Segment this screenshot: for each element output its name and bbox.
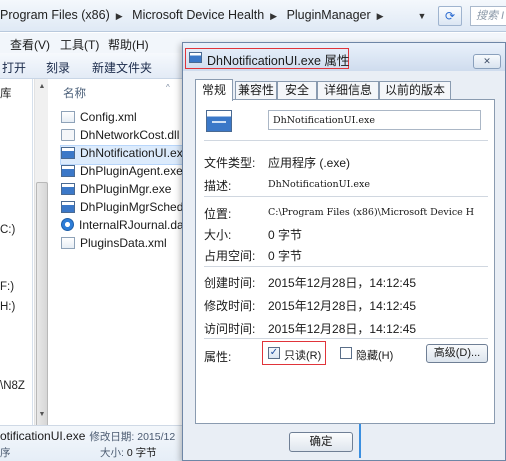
breadcrumb-pluginmanager[interactable]: PluginManager: [287, 8, 371, 22]
breadcrumb-arrow-icon[interactable]: ▶: [270, 11, 277, 21]
search-input[interactable]: 搜索 I: [470, 6, 506, 26]
divider: [204, 196, 488, 197]
menu-help[interactable]: 帮助(H): [108, 36, 149, 53]
size-label: 大小:: [204, 228, 232, 242]
exe-file-icon: [61, 201, 75, 213]
dll-file-icon: [61, 129, 75, 141]
file-row[interactable]: DhPluginAgent.exe: [61, 164, 183, 182]
tab-previous-versions[interactable]: 以前的版本: [379, 81, 451, 100]
file-row[interactable]: Config.xml: [61, 110, 137, 128]
modified-label: 修改时间:: [204, 299, 256, 313]
file-row[interactable]: DhPluginMgrSchedu: [61, 200, 189, 218]
details-pane: otificationUI.exe 修改日期: 2015/12 序 大小: 0 字…: [0, 425, 190, 461]
close-icon[interactable]: ✕: [473, 54, 501, 69]
size-on-disk-value: 0 字节: [268, 249, 303, 263]
xml-file-icon: [61, 237, 75, 249]
breadcrumb: Program Files (x86) ▶ Microsoft Device He…: [0, 8, 390, 22]
exe-file-icon: [61, 183, 75, 195]
refresh-icon[interactable]: ⟳: [438, 6, 462, 26]
details-file-size: 大小: 0 字节: [100, 447, 157, 459]
divider: [204, 140, 488, 141]
location-label: 位置:: [204, 207, 232, 221]
dialog-title: DhNotificationUI.exe 属性: [207, 54, 350, 68]
focus-edge: [359, 424, 364, 458]
size-value: 0 字节: [268, 228, 303, 242]
details-file-name: otificationUI.exe 修改日期: 2015/12: [0, 429, 176, 443]
properties-dialog: DhNotificationUI.exe 属性 ✕ 常规 兼容性 安全 详细信息…: [182, 42, 506, 461]
size-on-disk-label: 占用空间:: [204, 249, 256, 263]
exe-file-icon: [61, 147, 75, 159]
description-label: 描述:: [204, 179, 232, 193]
address-dropdown-icon[interactable]: ▼: [409, 6, 435, 26]
location-value: C:\Program Files (x86)\Microsoft Device …: [268, 207, 475, 218]
tab-details[interactable]: 详细信息: [317, 81, 379, 100]
accessed-value: 2015年12月28日，14:12:45: [268, 322, 417, 336]
navigation-pane: 库 C:) F:) H:) \N8Z: [0, 79, 33, 425]
general-tab-panel: DhNotificationUI.exe 文件类型: 应用程序 (.exe) 描…: [195, 99, 495, 424]
xml-file-icon: [61, 111, 75, 123]
new-folder-button[interactable]: 新建文件夹: [92, 59, 152, 76]
file-name-field[interactable]: DhNotificationUI.exe: [268, 110, 481, 130]
nav-scrollbar[interactable]: ▲ ▼: [34, 79, 48, 452]
dat-file-icon: [61, 218, 74, 231]
nav-item-drive-c[interactable]: C:): [0, 224, 15, 236]
accessed-label: 访问时间:: [204, 322, 256, 336]
file-row[interactable]: PluginsData.xml: [61, 236, 167, 254]
hidden-label[interactable]: 隐藏(H): [356, 347, 393, 363]
exe-file-icon: [61, 165, 75, 177]
burn-button[interactable]: 刻录: [46, 59, 70, 76]
scroll-up-icon[interactable]: ▲: [36, 81, 48, 93]
attributes-label: 属性:: [204, 350, 232, 364]
nav-item-drive-f[interactable]: F:): [0, 281, 14, 293]
sort-arrow-icon: ^: [166, 83, 170, 92]
column-header-name[interactable]: 名称: [63, 85, 86, 101]
tab-compatibility[interactable]: 兼容性: [235, 81, 277, 100]
address-bar[interactable]: Program Files (x86) ▶ Microsoft Device He…: [0, 0, 506, 32]
tab-general[interactable]: 常规: [195, 79, 233, 101]
type-label: 文件类型:: [204, 156, 256, 170]
exe-file-large-icon: [206, 110, 232, 132]
exe-app-icon: [189, 52, 202, 63]
open-button[interactable]: 打开: [2, 59, 26, 76]
scroll-down-icon[interactable]: ▼: [36, 409, 48, 421]
created-value: 2015年12月28日，14:12:45: [268, 276, 417, 290]
type-value: 应用程序 (.exe): [268, 156, 351, 170]
nav-item-network[interactable]: \N8Z: [0, 380, 25, 392]
file-row[interactable]: DhNetworkCost.dll: [61, 128, 179, 146]
nav-item-drive-h[interactable]: H:): [0, 301, 15, 313]
hidden-checkbox[interactable]: [340, 347, 352, 359]
file-row[interactable]: DhPluginMgr.exe: [61, 182, 171, 200]
file-list: 名称 ^ Config.xml DhNetworkCost.dll DhNoti…: [49, 79, 189, 425]
breadcrumb-arrow-icon[interactable]: ▶: [377, 11, 384, 21]
readonly-label[interactable]: 只读(R): [284, 347, 321, 363]
divider: [204, 338, 488, 339]
description-value: DhNotificationUI.exe: [268, 179, 371, 190]
created-label: 创建时间:: [204, 276, 256, 290]
details-file-type: 序: [0, 447, 11, 459]
readonly-checkbox[interactable]: ✓: [268, 347, 280, 359]
advanced-button[interactable]: 高级(D)...: [426, 344, 488, 363]
breadcrumb-microsoft-device-health[interactable]: Microsoft Device Health: [132, 8, 264, 22]
divider: [204, 266, 488, 267]
file-row-selected[interactable]: DhNotificationUI.exe: [59, 145, 189, 165]
menu-tools[interactable]: 工具(T): [60, 36, 99, 53]
menu-view[interactable]: 查看(V): [10, 36, 50, 53]
ok-button[interactable]: 确定: [289, 432, 353, 452]
breadcrumb-arrow-icon[interactable]: ▶: [116, 11, 123, 21]
nav-item-libraries[interactable]: 库: [0, 85, 12, 101]
file-row[interactable]: InternalRJournal.dat: [61, 218, 187, 236]
tab-security[interactable]: 安全: [277, 81, 317, 100]
breadcrumb-program-files[interactable]: Program Files (x86): [0, 8, 110, 22]
modified-value: 2015年12月28日，14:12:45: [268, 299, 417, 313]
